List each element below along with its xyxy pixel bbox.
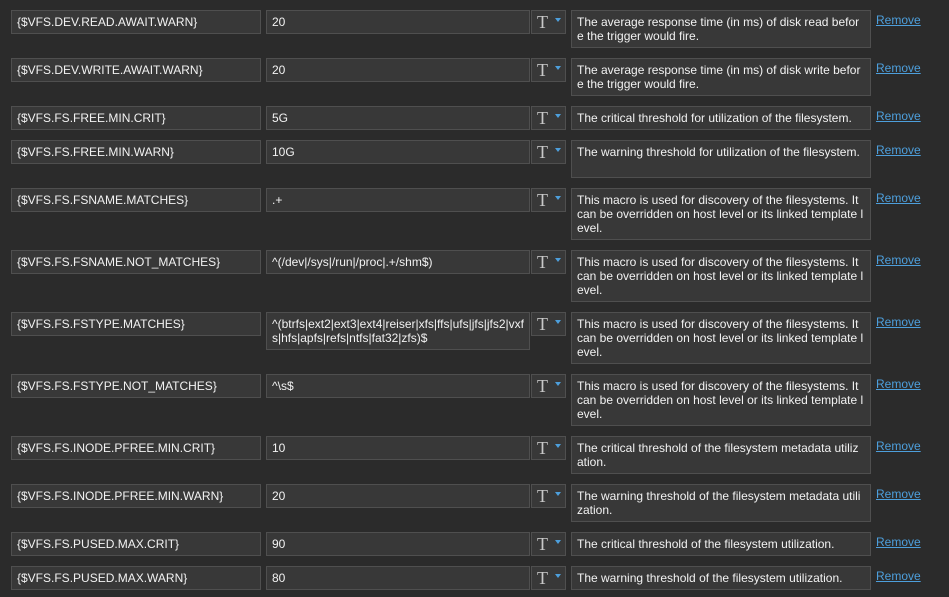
macro-name-input[interactable]: {$VFS.FS.FSTYPE.MATCHES} xyxy=(11,312,261,336)
macro-description-input[interactable]: The warning threshold of the filesystem … xyxy=(571,484,871,522)
value-type-button[interactable]: T xyxy=(531,566,566,590)
chevron-down-icon xyxy=(555,148,561,152)
macro-row: {$VFS.FS.FREE.MIN.CRIT} 5G T The critical t… xyxy=(0,106,949,130)
text-type-icon: T xyxy=(537,190,548,210)
text-type-icon: T xyxy=(537,438,548,458)
remove-link[interactable]: Remove xyxy=(876,61,921,75)
chevron-down-icon xyxy=(555,320,561,324)
macro-value-input[interactable]: 20 xyxy=(266,58,530,82)
macro-value-input[interactable]: 20 xyxy=(266,484,530,508)
text-type-icon: T xyxy=(537,142,548,162)
value-type-button[interactable]: T xyxy=(531,436,566,460)
macro-name-input[interactable]: {$VFS.FS.PUSED.MAX.WARN} xyxy=(11,566,261,590)
macro-description-input[interactable]: This macro is used for discovery of the … xyxy=(571,250,871,302)
macro-description-input[interactable]: The critical threshold of the filesystem… xyxy=(571,436,871,474)
macro-value-input[interactable]: 90 xyxy=(266,532,530,556)
macro-name-input[interactable]: {$VFS.DEV.WRITE.AWAIT.WARN} xyxy=(11,58,261,82)
value-type-button[interactable]: T xyxy=(531,188,566,212)
value-type-button[interactable]: T xyxy=(531,374,566,398)
macro-name-input[interactable]: {$VFS.FS.FSNAME.MATCHES} xyxy=(11,188,261,212)
chevron-down-icon xyxy=(555,492,561,496)
text-type-icon: T xyxy=(537,568,548,588)
text-type-icon: T xyxy=(537,108,548,128)
text-type-icon: T xyxy=(537,252,548,272)
macro-description-input[interactable]: The critical threshold for utilization o… xyxy=(571,106,871,130)
macro-value-input[interactable]: 20 xyxy=(266,10,530,34)
macro-description-input[interactable]: The average response time (in ms) of dis… xyxy=(571,58,871,96)
macro-name-input[interactable]: {$VFS.FS.INODE.PFREE.MIN.WARN} xyxy=(11,484,261,508)
value-type-button[interactable]: T xyxy=(531,312,566,336)
macro-row: {$VFS.DEV.WRITE.AWAIT.WARN} 20 T The averag… xyxy=(0,58,949,96)
macro-name-input[interactable]: {$VFS.FS.FREE.MIN.WARN} xyxy=(11,140,261,164)
macro-name-input[interactable]: {$VFS.FS.FREE.MIN.CRIT} xyxy=(11,106,261,130)
remove-link[interactable]: Remove xyxy=(876,191,921,205)
macro-row: {$VFS.DEV.READ.AWAIT.WARN} 20 T The average… xyxy=(0,10,949,48)
macro-name-input[interactable]: {$VFS.DEV.READ.AWAIT.WARN} xyxy=(11,10,261,34)
macro-description-input[interactable]: This macro is used for discovery of the … xyxy=(571,374,871,426)
macro-value-input[interactable]: .+ xyxy=(266,188,530,212)
macros-table: {$VFS.DEV.READ.AWAIT.WARN} 20 T The average… xyxy=(0,0,949,597)
remove-link[interactable]: Remove xyxy=(876,253,921,267)
macro-description-input[interactable]: This macro is used for discovery of the … xyxy=(571,188,871,240)
macro-value-input[interactable]: ^(/dev|/sys|/run|/proc|.+/shm$) xyxy=(266,250,530,274)
macro-row: {$VFS.FS.PUSED.MAX.WARN} 80 T The warning t… xyxy=(0,566,949,590)
macro-name-input[interactable]: {$VFS.FS.FSNAME.NOT_MATCHES} xyxy=(11,250,261,274)
text-type-icon: T xyxy=(537,534,548,554)
macro-value-input[interactable]: 80 xyxy=(266,566,530,590)
macro-value-input[interactable]: 5G xyxy=(266,106,530,130)
remove-link[interactable]: Remove xyxy=(876,535,921,549)
text-type-icon: T xyxy=(537,60,548,80)
chevron-down-icon xyxy=(555,540,561,544)
macro-value-input[interactable]: 10 xyxy=(266,436,530,460)
value-type-button[interactable]: T xyxy=(531,140,566,164)
value-type-button[interactable]: T xyxy=(531,58,566,82)
value-type-button[interactable]: T xyxy=(531,484,566,508)
chevron-down-icon xyxy=(555,444,561,448)
macro-row: {$VFS.FS.INODE.PFREE.MIN.WARN} 20 T The war… xyxy=(0,484,949,522)
remove-link[interactable]: Remove xyxy=(876,109,921,123)
chevron-down-icon xyxy=(555,258,561,262)
macro-row: {$VFS.FS.INODE.PFREE.MIN.CRIT} 10 T The cri… xyxy=(0,436,949,474)
macro-value-input[interactable]: ^(btrfs|ext2|ext3|ext4|reiser|xfs|ffs|uf… xyxy=(266,312,530,350)
remove-link[interactable]: Remove xyxy=(876,377,921,391)
remove-link[interactable]: Remove xyxy=(876,569,921,583)
value-type-button[interactable]: T xyxy=(531,106,566,130)
macro-name-input[interactable]: {$VFS.FS.INODE.PFREE.MIN.CRIT} xyxy=(11,436,261,460)
macro-description-input[interactable]: The warning threshold of the filesystem … xyxy=(571,566,871,590)
value-type-button[interactable]: T xyxy=(531,532,566,556)
macro-row: {$VFS.FS.FSTYPE.MATCHES} ^(btrfs|ext2|ext… xyxy=(0,312,949,364)
chevron-down-icon xyxy=(555,382,561,386)
value-type-button[interactable]: T xyxy=(531,250,566,274)
macro-row: {$VFS.FS.FSNAME.NOT_MATCHES} ^(/dev|/sys|… xyxy=(0,250,949,302)
macro-row: {$VFS.FS.PUSED.MAX.CRIT} 90 T The critical … xyxy=(0,532,949,556)
remove-link[interactable]: Remove xyxy=(876,487,921,501)
macro-row: {$VFS.FS.FSTYPE.NOT_MATCHES} ^\s$ T This ma… xyxy=(0,374,949,426)
macro-description-input[interactable]: The warning threshold for utilization of… xyxy=(571,140,871,178)
text-type-icon: T xyxy=(537,376,548,396)
chevron-down-icon xyxy=(555,18,561,22)
text-type-icon: T xyxy=(537,486,548,506)
chevron-down-icon xyxy=(555,66,561,70)
macro-description-input[interactable]: The critical threshold of the filesystem… xyxy=(571,532,871,556)
remove-link[interactable]: Remove xyxy=(876,13,921,27)
remove-link[interactable]: Remove xyxy=(876,315,921,329)
chevron-down-icon xyxy=(555,114,561,118)
chevron-down-icon xyxy=(555,196,561,200)
macro-description-input[interactable]: This macro is used for discovery of the … xyxy=(571,312,871,364)
remove-link[interactable]: Remove xyxy=(876,439,921,453)
macro-row: {$VFS.FS.FREE.MIN.WARN} 10G T The warning t… xyxy=(0,140,949,178)
macro-value-input[interactable]: 10G xyxy=(266,140,530,164)
chevron-down-icon xyxy=(555,574,561,578)
macro-name-input[interactable]: {$VFS.FS.PUSED.MAX.CRIT} xyxy=(11,532,261,556)
macro-value-input[interactable]: ^\s$ xyxy=(266,374,530,398)
text-type-icon: T xyxy=(537,314,548,334)
macro-description-input[interactable]: The average response time (in ms) of dis… xyxy=(571,10,871,48)
macro-row: {$VFS.FS.FSNAME.MATCHES} .+ T This macro is… xyxy=(0,188,949,240)
remove-link[interactable]: Remove xyxy=(876,143,921,157)
value-type-button[interactable]: T xyxy=(531,10,566,34)
text-type-icon: T xyxy=(537,12,548,32)
macro-name-input[interactable]: {$VFS.FS.FSTYPE.NOT_MATCHES} xyxy=(11,374,261,398)
